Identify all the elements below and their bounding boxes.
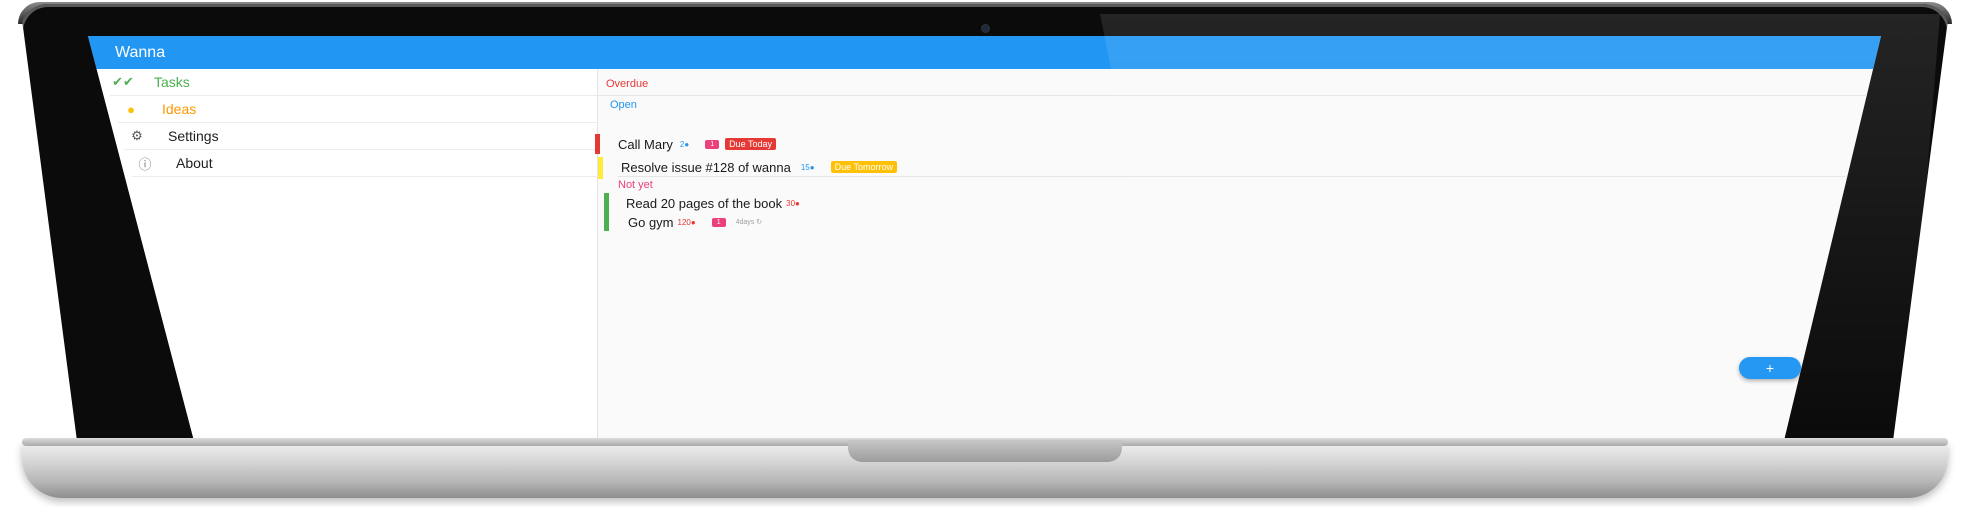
sidebar-item-tasks[interactable]: ✔✔ Tasks (110, 69, 598, 96)
section-open: Open (610, 99, 637, 111)
task-item[interactable]: Call Mary 2● 1 Due Today (618, 133, 776, 155)
divider (618, 176, 1868, 177)
task-count-badge: 1 (711, 217, 726, 227)
section-overdue: Overdue (606, 78, 649, 90)
task-item[interactable]: Resolve issue #128 of wanna 15● Due Tomo… (621, 156, 897, 178)
task-count-badge: 1 (705, 139, 720, 149)
app-title: Wanna (115, 44, 166, 61)
task-title: Read 20 pages of the book (626, 195, 783, 211)
gear-icon: ⚙ (131, 128, 143, 143)
task-title: Call Mary (618, 136, 673, 152)
sidebar-item-ideas[interactable]: ● Ideas (118, 96, 598, 123)
due-badge: Due Today (725, 138, 776, 150)
sidebar-item-label: Settings (168, 128, 219, 144)
laptop-notch (848, 440, 1122, 462)
task-points: 2● (679, 139, 690, 149)
task-item[interactable]: Go gym 120● 1 4days ↻ (628, 211, 762, 233)
app-screen: Wanna ✔✔ Tasks ● Ideas ⚙ Settings ⓘ Abou… (88, 36, 1881, 440)
add-task-button[interactable]: + (1739, 357, 1801, 379)
double-check-icon: ✔✔ (112, 74, 134, 89)
sidebar-item-settings[interactable]: ⚙ Settings (124, 123, 598, 150)
sidebar-item-label: About (176, 155, 213, 171)
task-repeat: 4days ↻ (735, 219, 763, 226)
task-points: 15● (800, 162, 815, 172)
task-points: 30● (786, 198, 800, 208)
lightbulb-icon: ● (127, 101, 135, 117)
section-not-yet: Not yet (618, 179, 653, 191)
task-status-bar (604, 193, 609, 231)
task-title: Go gym (628, 214, 674, 230)
app-bar: Wanna (88, 36, 1881, 69)
sidebar-item-label: Tasks (154, 74, 190, 90)
task-status-bar (598, 157, 603, 179)
due-badge: Due Tomorrow (830, 161, 897, 173)
divider (598, 95, 1868, 96)
task-status-bar (595, 134, 600, 154)
sidebar-item-about[interactable]: ⓘ About (132, 150, 598, 177)
sidebar-item-label: Ideas (162, 101, 197, 117)
webcam (981, 24, 990, 33)
task-points: 120● (677, 217, 696, 227)
task-title: Resolve issue #128 of wanna (621, 159, 791, 175)
task-list: Overdue Open Call Mary 2● 1 Due Today Re… (595, 69, 1881, 440)
info-icon: ⓘ (138, 156, 152, 172)
